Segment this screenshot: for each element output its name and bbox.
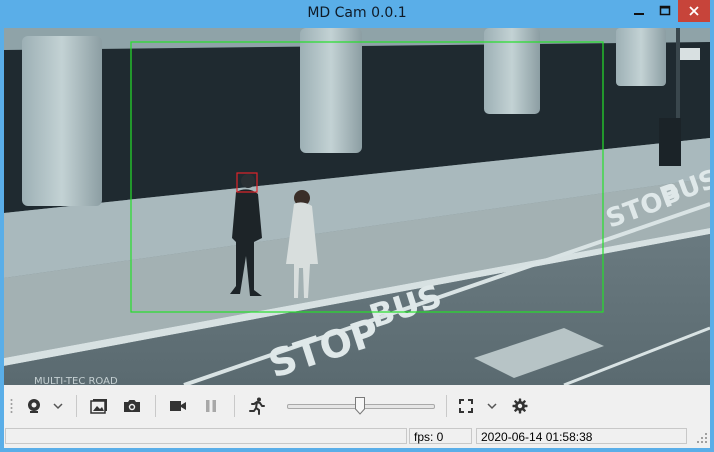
- datetime-readout: 2020-06-14 01:58:38: [476, 428, 687, 444]
- toolbar-separator: [155, 395, 156, 417]
- fullscreen-button[interactable]: [454, 394, 478, 418]
- snapshot-button[interactable]: [120, 394, 144, 418]
- record-button[interactable]: [166, 394, 190, 418]
- status-message: [5, 428, 407, 444]
- title-bar[interactable]: MD Cam 0.0.1: [0, 0, 714, 28]
- status-bar: fps: 0 2020-06-14 01:58:38: [4, 426, 710, 448]
- pause-button[interactable]: [200, 394, 222, 418]
- toolbar-separator: [76, 395, 77, 417]
- slider-handle[interactable]: [355, 397, 365, 415]
- sensitivity-slider[interactable]: [287, 396, 435, 416]
- running-person-icon: [249, 397, 265, 415]
- camera-dropdown-button[interactable]: [50, 394, 66, 418]
- client-area: BUS STOP BUS STOP MULTI-TEC ROAD fps: 0 …: [4, 28, 710, 448]
- video-camera-icon: [170, 401, 186, 411]
- size-grip-icon[interactable]: [696, 432, 708, 444]
- video-view[interactable]: BUS STOP BUS STOP MULTI-TEC ROAD: [4, 28, 710, 385]
- minimize-button[interactable]: [626, 0, 652, 22]
- camera-frame: BUS STOP BUS STOP MULTI-TEC ROAD: [4, 28, 710, 385]
- scene-text: MULTI-TEC ROAD: [34, 376, 118, 385]
- close-button[interactable]: [678, 0, 710, 22]
- app-window: MD Cam 0.0.1 BUS STOP BUS STOP MULTI-TEC…: [0, 0, 714, 452]
- toolbar-separator: [234, 395, 235, 417]
- toolbar-separator: [446, 395, 447, 417]
- chevron-down-icon: [53, 403, 63, 410]
- pause-icon: [206, 400, 216, 412]
- close-icon: [689, 6, 699, 16]
- fps-readout: fps: 0: [409, 428, 472, 444]
- camera-icon: [124, 400, 140, 412]
- fullscreen-icon: [459, 399, 473, 413]
- view-dropdown-button[interactable]: [484, 394, 500, 418]
- gallery-icon: [90, 399, 107, 414]
- settings-button[interactable]: [508, 394, 532, 418]
- window-title: MD Cam 0.0.1: [307, 5, 407, 21]
- maximize-button[interactable]: [652, 0, 678, 22]
- camera-select-button[interactable]: [22, 394, 46, 418]
- webcam-icon: [28, 399, 40, 413]
- maximize-icon: [659, 5, 671, 16]
- gallery-button[interactable]: [87, 394, 111, 418]
- chevron-down-icon: [487, 403, 497, 410]
- gear-icon: [512, 398, 528, 414]
- minimize-icon: [634, 13, 644, 15]
- toolbar: [4, 386, 710, 426]
- toolbar-grip[interactable]: [10, 398, 13, 416]
- motion-detection-button[interactable]: [245, 394, 269, 418]
